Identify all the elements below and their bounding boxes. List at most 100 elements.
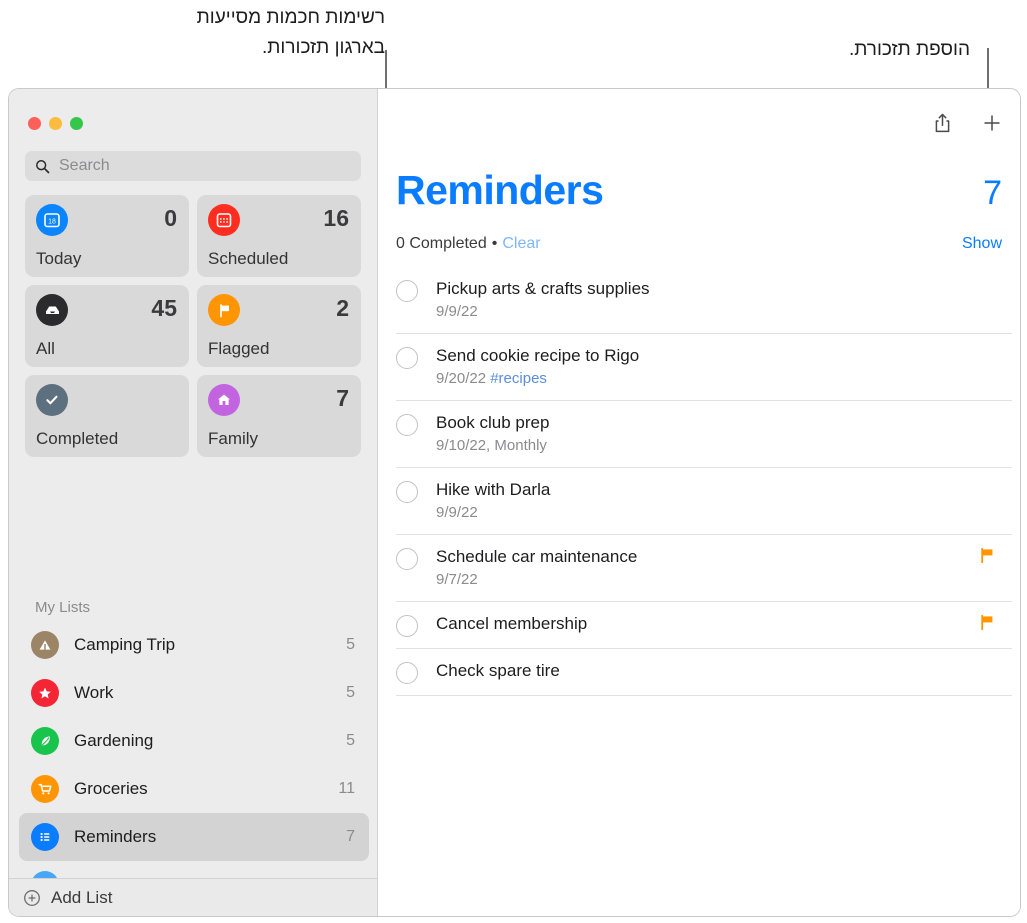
all-count: 45 <box>151 295 177 321</box>
reminder-meta: 9/7/22 <box>436 570 1012 590</box>
window-controls <box>28 117 83 130</box>
reminder-repeat: Monthly <box>494 437 547 454</box>
flag-icon <box>981 615 993 630</box>
list-item-camping-trip[interactable]: Camping Trip 5 <box>19 621 369 669</box>
list-item-reminders[interactable]: Reminders 7 <box>19 813 369 861</box>
smart-list-all[interactable]: 45 All <box>25 285 189 367</box>
flagged-label: Flagged <box>208 339 270 358</box>
calendar-18-icon: 18 <box>36 204 68 236</box>
list-bullet-icon <box>31 823 59 851</box>
inbox-tray-icon <box>36 294 68 326</box>
close-button[interactable] <box>28 117 41 130</box>
completed-bar: 0 Completed • Clear Show <box>396 235 1002 253</box>
scheduled-label: Scheduled <box>208 249 289 268</box>
list-label: Groceries <box>74 779 148 798</box>
family-label: Family <box>208 429 259 448</box>
flag-icon <box>208 294 240 326</box>
my-lists-rows: Camping Trip 5 Work 5 Gardening 5 Grocer… <box>19 621 369 909</box>
smart-list-flagged[interactable]: 2 Flagged <box>197 285 361 367</box>
screenshot-root: רשימות חכמות מסייעות בארגון תזכורות. הוס… <box>0 0 1027 923</box>
show-button[interactable]: Show <box>962 235 1002 253</box>
smart-list-scheduled[interactable]: 16 Scheduled <box>197 195 361 277</box>
list-item-work[interactable]: Work 5 <box>19 669 369 717</box>
reminder-title: Schedule car maintenance <box>436 547 638 566</box>
completed-info: 0 Completed • Clear <box>396 235 541 253</box>
search-field[interactable]: Search <box>25 151 361 181</box>
reminder-text: Schedule car maintenance 9/7/22 <box>436 546 1012 590</box>
reminder-date: 9/9/22 <box>436 504 478 521</box>
callout-add-reminder: הוספת תזכורת. <box>848 39 970 60</box>
list-count: 5 <box>346 732 355 749</box>
complete-checkbox[interactable] <box>396 548 418 570</box>
list-item-groceries[interactable]: Groceries 11 <box>19 765 369 813</box>
reminder-row[interactable]: Schedule car maintenance 9/7/22 <box>396 535 1012 602</box>
reminder-title: Pickup arts & crafts supplies <box>436 279 650 298</box>
reminder-row[interactable]: Check spare tire <box>396 649 1012 696</box>
calendar-grid-icon <box>208 204 240 236</box>
smart-lists-grid: 18 0 Today 16 Scheduled 45 All 2 Flagged… <box>25 195 361 457</box>
house-icon <box>208 384 240 416</box>
search-placeholder: Search <box>59 157 110 174</box>
plus-icon <box>984 115 1000 131</box>
reminder-title: Check spare tire <box>436 661 560 680</box>
reminder-text: Cancel membership <box>436 613 1012 634</box>
reminder-meta: 9/20/22 #recipes <box>436 369 1012 389</box>
all-label: All <box>36 339 55 358</box>
checkmark-circle-icon <box>36 384 68 416</box>
reminder-row[interactable]: Send cookie recipe to Rigo 9/20/22 #reci… <box>396 334 1012 401</box>
smart-list-today[interactable]: 18 0 Today <box>25 195 189 277</box>
list-label: Reminders <box>74 827 157 846</box>
flag-icon <box>981 548 993 563</box>
callout-smart-lists: רשימות חכמות מסייעות בארגון תזכורות. <box>196 7 385 58</box>
minimize-button[interactable] <box>49 117 62 130</box>
list-label: Camping Trip <box>74 635 176 654</box>
complete-checkbox[interactable] <box>396 662 418 684</box>
today-label: Today <box>36 249 82 268</box>
add-list-button[interactable]: Add List <box>9 878 377 916</box>
scheduled-count: 16 <box>323 205 349 231</box>
reminder-text: Book club prep 9/10/22, Monthly <box>436 412 1012 456</box>
complete-checkbox[interactable] <box>396 280 418 302</box>
list-count: 11 <box>338 780 355 797</box>
tent-icon <box>31 631 59 659</box>
list-item-gardening[interactable]: Gardening 5 <box>19 717 369 765</box>
completed-count-text: 0 Completed <box>396 235 487 252</box>
main-pane: Reminders 7 0 Completed • Clear Show Picku… <box>378 89 1020 916</box>
smart-list-completed[interactable]: Completed <box>25 375 189 457</box>
complete-checkbox[interactable] <box>396 615 418 637</box>
complete-checkbox[interactable] <box>396 347 418 369</box>
reminder-title: Send cookie recipe to Rigo <box>436 346 640 365</box>
family-count: 7 <box>336 385 349 411</box>
add-reminder-button[interactable] <box>980 111 1004 135</box>
reminder-title: Hike with Darla <box>436 480 551 499</box>
share-button[interactable] <box>930 111 954 135</box>
clear-button[interactable]: Clear <box>502 235 540 252</box>
search-icon <box>36 159 50 173</box>
reminder-tag[interactable]: #recipes <box>490 370 547 387</box>
reminder-row[interactable]: Book club prep 9/10/22, Monthly <box>396 401 1012 468</box>
reminder-meta: 9/9/22 <box>436 503 1012 523</box>
list-count: 5 <box>346 684 355 701</box>
reminder-text: Send cookie recipe to Rigo 9/20/22 #reci… <box>436 345 1012 389</box>
svg-text:18: 18 <box>48 218 56 225</box>
reminder-text: Pickup arts & crafts supplies 9/9/22 <box>436 278 1012 322</box>
share-icon <box>935 113 949 133</box>
reminder-text: Check spare tire <box>436 660 1012 681</box>
list-item-count: 7 <box>983 174 1002 212</box>
page-title: Reminders <box>396 167 604 213</box>
flagged-count: 2 <box>336 295 349 321</box>
smart-list-family[interactable]: 7 Family <box>197 375 361 457</box>
add-list-label: Add List <box>51 887 113 907</box>
reminder-row[interactable]: Hike with Darla 9/9/22 <box>396 468 1012 535</box>
reminder-row[interactable]: Cancel membership <box>396 602 1012 649</box>
complete-checkbox[interactable] <box>396 414 418 436</box>
complete-checkbox[interactable] <box>396 481 418 503</box>
zoom-button[interactable] <box>70 117 83 130</box>
cart-icon <box>31 775 59 803</box>
reminder-text: Hike with Darla 9/9/22 <box>436 479 1012 523</box>
reminder-row[interactable]: Pickup arts & crafts supplies 9/9/22 <box>396 267 1012 334</box>
sidebar: Search 18 0 Today 16 Scheduled 45 All 2 … <box>9 89 378 916</box>
reminders-list: Pickup arts & crafts supplies 9/9/22 Sen… <box>396 267 1012 696</box>
reminder-title: Cancel membership <box>436 614 588 633</box>
star-icon <box>31 679 59 707</box>
